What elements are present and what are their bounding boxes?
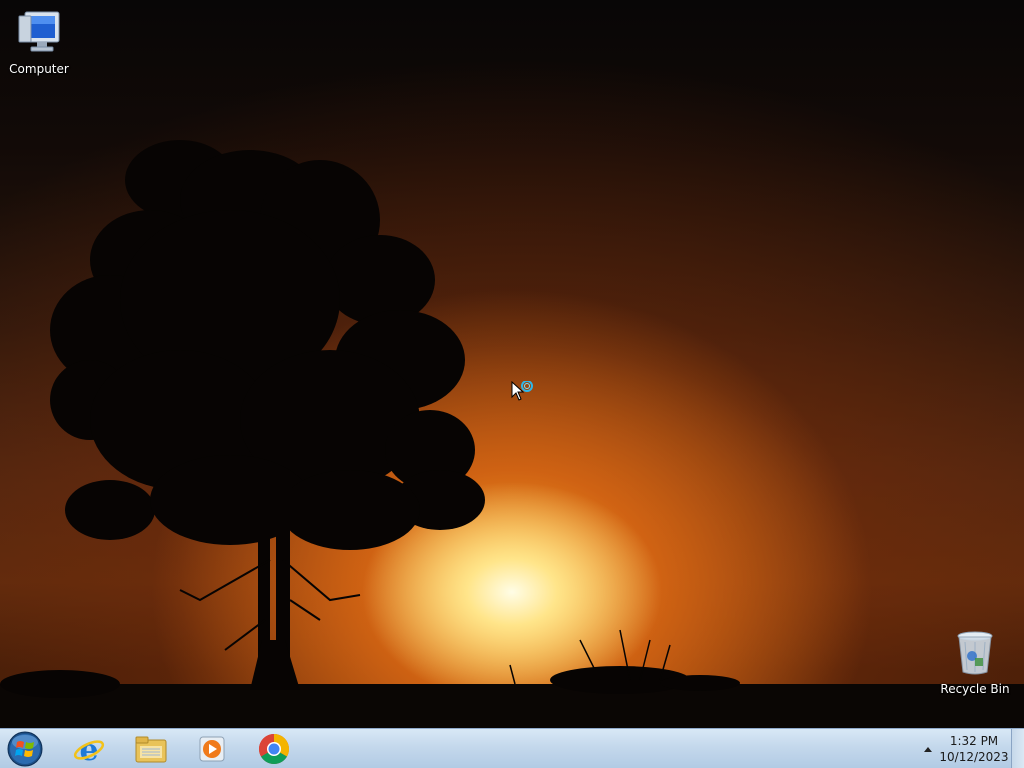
busy-cursor-icon	[511, 381, 533, 401]
system-clock[interactable]: 1:32 PM 10/12/2023	[938, 733, 1010, 767]
desktop-wallpaper: Computer Recycle Bin	[0, 0, 1024, 728]
taskbar-media-player[interactable]	[184, 730, 240, 768]
internet-explorer-icon: e	[73, 733, 105, 765]
windows-orb-icon	[7, 731, 43, 767]
show-hidden-icons-button[interactable]	[922, 743, 934, 755]
show-desktop-button[interactable]	[1011, 729, 1024, 768]
clock-time: 1:32 PM	[949, 734, 999, 748]
taskbar: e 1:32 PM 10/12/2023	[0, 728, 1024, 768]
recycle-bin-icon	[957, 631, 993, 675]
desktop-icon-computer[interactable]: Computer	[0, 8, 78, 76]
taskbar-chrome[interactable]	[246, 730, 302, 768]
desktop-icon-recycle-bin[interactable]: Recycle Bin	[936, 630, 1014, 696]
clock-date: 10/12/2023	[939, 750, 1009, 764]
media-player-icon	[199, 736, 225, 762]
taskbar-internet-explorer[interactable]: e	[61, 730, 117, 768]
desktop-icon-label: Recycle Bin	[940, 682, 1010, 696]
chrome-icon	[258, 734, 290, 765]
desktop-icon-label: Computer	[9, 62, 69, 76]
folder-icon	[135, 736, 167, 763]
start-button[interactable]	[5, 730, 45, 768]
tree-silhouette	[0, 140, 740, 698]
svg-text:e: e	[79, 733, 98, 765]
taskbar-windows-explorer[interactable]	[123, 730, 179, 768]
computer-icon	[18, 11, 60, 52]
chevron-up-icon	[924, 747, 932, 752]
